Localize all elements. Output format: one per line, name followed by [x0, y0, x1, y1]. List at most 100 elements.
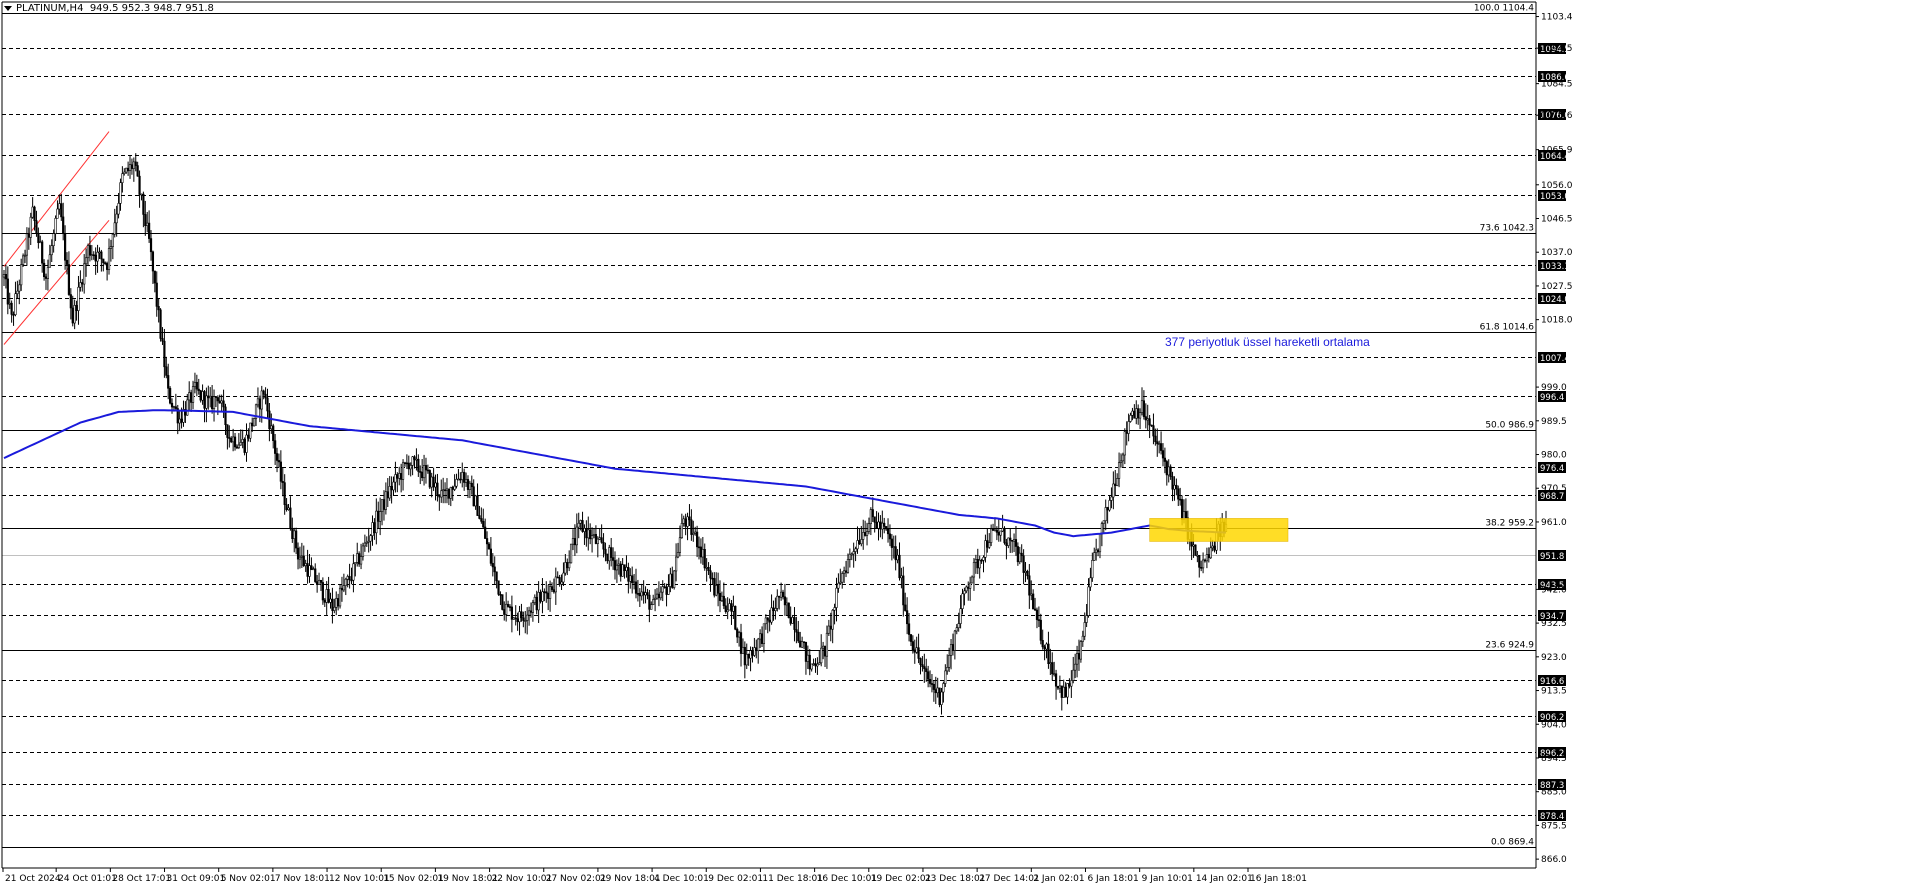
candle-body: [1133, 410, 1136, 419]
resistance-zone[interactable]: [1149, 518, 1289, 542]
candle-body: [1093, 552, 1096, 561]
candle-body: [688, 516, 691, 521]
candle-body: [831, 609, 834, 630]
candle-body: [98, 251, 101, 254]
candle-body: [1138, 412, 1142, 419]
chart-window[interactable]: 100.0 1104.4 73.6 1042.3 61.8 1014.6 50.0 9…: [0, 0, 1916, 888]
candle-body: [791, 617, 794, 624]
candle-body: [130, 164, 134, 169]
candle-body: [316, 581, 319, 585]
candle-body: [447, 488, 450, 499]
time-tick-label: 21 Oct 2024: [5, 874, 61, 884]
candle-body: [812, 663, 815, 665]
candle-body: [717, 585, 720, 594]
candle-body: [2, 274, 6, 278]
candle-body: [178, 418, 181, 424]
candle-body: [944, 670, 947, 684]
candle-body: [1180, 499, 1184, 520]
candle-body: [728, 603, 731, 611]
candle-body: [739, 632, 743, 654]
candle-body: [484, 526, 487, 539]
candle-body: [692, 532, 695, 535]
candle-body: [569, 543, 573, 564]
fib-label: 73.6 1042.3: [1480, 224, 1534, 234]
candle-body: [825, 632, 829, 657]
time-tick-label: 29 Nov 18:01: [600, 874, 661, 884]
candle-body: [911, 641, 914, 651]
time-axis: 21 Oct 202424 Oct 01:0128 Oct 17:0131 Oc…: [2, 868, 1307, 884]
candle-body: [96, 251, 99, 262]
level-price-label: 1033.3: [1540, 262, 1570, 272]
time-tick-label: 27 Dec 14:01: [979, 874, 1040, 884]
candle-body: [323, 599, 326, 603]
candle-body: [1209, 547, 1212, 559]
candle-body: [1051, 662, 1054, 675]
candle-body: [264, 393, 267, 399]
candle-body: [1054, 673, 1058, 687]
candle-body: [915, 647, 918, 653]
collapse-triangle-icon[interactable]: [4, 5, 12, 11]
candle-body: [342, 585, 345, 591]
candle-body: [65, 259, 69, 265]
candle-body: [295, 530, 298, 549]
candle-body: [212, 396, 216, 409]
candle-body: [224, 406, 227, 426]
candle-body: [274, 440, 277, 454]
candle-body: [359, 556, 363, 565]
candle-body: [936, 687, 939, 694]
candle-body: [581, 520, 584, 532]
candle-body: [1159, 443, 1163, 451]
candle-body: [734, 605, 737, 630]
price-chart[interactable]: 100.0 1104.4 73.6 1042.3 61.8 1014.6 50.0 9…: [0, 0, 1916, 888]
candle-body: [694, 531, 697, 534]
candle-body: [1011, 539, 1014, 542]
candle-body: [1114, 483, 1117, 486]
fib-label: 50.0 986.9: [1485, 421, 1534, 431]
channel-upper-line[interactable]: [3, 131, 110, 267]
candle-body: [770, 607, 773, 623]
candle-body: [508, 606, 512, 608]
candle-body: [579, 520, 582, 524]
candle-body: [453, 485, 456, 490]
candle-body: [109, 246, 113, 249]
price-tick-label: 1075.6: [1541, 111, 1573, 121]
candle-body: [142, 193, 145, 215]
candle-body: [1058, 685, 1061, 689]
candle-body: [1163, 457, 1166, 462]
candle-body: [808, 654, 811, 670]
ohlc-values: 949.5 952.3 948.7 951.8: [89, 3, 214, 14]
candle-body: [468, 482, 471, 490]
candle-body: [928, 678, 932, 684]
candle-body: [558, 577, 561, 585]
candle-body: [592, 534, 596, 536]
candle-body: [107, 248, 111, 270]
candle-body: [169, 388, 172, 404]
candle-body: [661, 586, 664, 593]
candle-body: [146, 222, 149, 226]
candle-body: [1150, 424, 1153, 427]
candle-body: [344, 578, 347, 586]
price-tick-label: 1056.0: [1541, 181, 1573, 191]
price-tick-label: 1018.0: [1541, 316, 1573, 326]
candle-body: [125, 167, 128, 173]
candle-body: [382, 499, 386, 510]
candle-body: [88, 245, 92, 256]
candle-body: [1152, 425, 1155, 437]
candle-body: [741, 646, 745, 654]
candle-body: [703, 548, 706, 569]
candle-body: [590, 535, 594, 540]
candle-body: [1077, 653, 1081, 660]
candle-body: [1173, 484, 1176, 490]
ema-377-line[interactable]: [3, 409, 1227, 538]
candle-body: [321, 582, 324, 601]
candle-body: [613, 560, 617, 571]
candle-body: [946, 667, 949, 672]
candle-body: [291, 527, 294, 539]
candle-body: [1005, 542, 1008, 546]
candle-body: [1121, 454, 1124, 462]
candle-body: [411, 456, 414, 466]
candle-body: [862, 532, 865, 540]
candle-body: [594, 534, 598, 544]
candle-body: [333, 606, 336, 611]
candle-body: [358, 553, 361, 565]
